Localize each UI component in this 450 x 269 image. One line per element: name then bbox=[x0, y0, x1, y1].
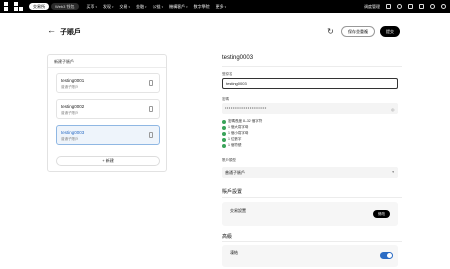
freeze-toggle[interactable] bbox=[380, 252, 393, 259]
save-and-repeat-button[interactable]: 保存並重複 bbox=[341, 26, 375, 37]
nav-discover[interactable]: 发现▾ bbox=[103, 4, 114, 10]
settings-section-title: 賬戶設置 bbox=[222, 189, 243, 195]
form-heading: testing0003 bbox=[222, 55, 254, 61]
subaccount-name: testing0002 bbox=[61, 104, 85, 109]
subaccount-card[interactable]: testing0001 普通子賬戶 bbox=[56, 73, 160, 93]
nav-chain-label: 公链 bbox=[152, 3, 161, 9]
nav-finance-label: 金融 bbox=[136, 3, 145, 9]
check-icon bbox=[222, 137, 226, 142]
subaccount-type: 普通子賬戶 bbox=[61, 137, 79, 141]
nav-buy[interactable]: 买币▾ bbox=[87, 4, 98, 10]
account-menu[interactable]: 调度管理 bbox=[364, 4, 380, 10]
check-icon bbox=[222, 143, 226, 148]
chevron-down-icon: ▾ bbox=[186, 4, 188, 9]
nav-finance[interactable]: 金融▾ bbox=[136, 4, 147, 10]
nav-more[interactable]: 更多▾ bbox=[216, 4, 227, 10]
rule-text: 密碼長度 8–32 個字符 bbox=[228, 119, 263, 123]
subaccount-type: 普通子賬戶 bbox=[61, 85, 79, 89]
language-globe-icon[interactable] bbox=[441, 4, 446, 9]
subaccount-name: testing0003 bbox=[61, 130, 85, 135]
chevron-down-icon: ▾ bbox=[224, 4, 227, 9]
subaccount-card-selected[interactable]: testing0003 普通子賬戶 bbox=[56, 125, 160, 145]
check-icon bbox=[222, 119, 226, 124]
chevron-down-icon: ▾ bbox=[392, 170, 394, 174]
search-icon[interactable] bbox=[386, 4, 391, 9]
check-icon bbox=[222, 131, 226, 136]
account-type-select[interactable]: 普通子賬戶 ▾ bbox=[222, 167, 398, 178]
top-nav-bar: 交易所 Web3 钱包 买币▾ 发现▾ 交易▾ 金融▾ 公链▾ 機構客戶▾ 数字… bbox=[0, 0, 450, 13]
password-label: 密碼 bbox=[222, 97, 229, 101]
panel-title: 新建子賬戶 bbox=[54, 59, 74, 64]
nav-academy[interactable]: 数字學院 bbox=[194, 4, 210, 10]
toggle-knob bbox=[387, 253, 392, 258]
trading-settings-card: 交易設置 修改 bbox=[222, 202, 398, 226]
account-type-value: 普通子賬戶 bbox=[225, 170, 245, 175]
divider bbox=[222, 241, 402, 242]
advanced-section-title: 高級 bbox=[222, 234, 233, 240]
tab-web3-wallet[interactable]: Web3 钱包 bbox=[51, 3, 79, 10]
freeze-card: 凍結 bbox=[222, 245, 398, 267]
tab-exchange[interactable]: 交易所 bbox=[29, 3, 49, 10]
user-icon[interactable] bbox=[397, 4, 402, 9]
password-input[interactable]: •••••••••••••••••••••• ◎ bbox=[222, 103, 398, 114]
trash-icon[interactable] bbox=[149, 132, 153, 138]
nav-more-label: 更多 bbox=[215, 3, 224, 9]
subaccount-type: 普通子賬戶 bbox=[61, 111, 79, 115]
username-label: 登錄名 bbox=[222, 72, 233, 76]
password-rule: 1 個小寫字母 bbox=[222, 131, 248, 136]
back-arrow-icon[interactable]: ← bbox=[47, 25, 56, 36]
brand-logo[interactable] bbox=[4, 2, 23, 11]
subaccount-card[interactable]: testing0002 普通子賬戶 bbox=[56, 99, 160, 119]
nav-trade[interactable]: 交易▾ bbox=[120, 4, 131, 10]
divider bbox=[222, 197, 402, 198]
password-rule: 1 位數字 bbox=[222, 137, 241, 142]
password-rule: 1 個符號 bbox=[222, 143, 241, 148]
password-rule: 密碼長度 8–32 個字符 bbox=[222, 119, 262, 124]
new-subaccount-button[interactable]: + 新建 bbox=[56, 156, 160, 166]
edit-button[interactable]: 修改 bbox=[373, 210, 390, 218]
freeze-title: 凍結 bbox=[230, 250, 238, 255]
password-value: •••••••••••••••••••••• bbox=[225, 105, 267, 110]
subaccount-name: testing0001 bbox=[61, 78, 85, 83]
nav-institutional-label: 機構客戶 bbox=[169, 3, 186, 9]
divider bbox=[48, 67, 166, 68]
trading-settings-title: 交易設置 bbox=[230, 208, 246, 213]
nav-academy-label: 数字學院 bbox=[193, 3, 210, 9]
chevron-down-icon: ▾ bbox=[145, 4, 147, 9]
rule-text: 1 位數字 bbox=[228, 137, 242, 141]
plus-icon: + bbox=[102, 158, 105, 163]
reset-icon[interactable]: ↻ bbox=[325, 26, 336, 37]
nav-buy-label: 买币 bbox=[86, 3, 95, 9]
username-input[interactable]: testing0003 bbox=[222, 78, 398, 89]
trash-icon[interactable] bbox=[149, 80, 153, 86]
trash-icon[interactable] bbox=[149, 106, 153, 112]
chevron-down-icon: ▾ bbox=[112, 4, 114, 9]
nav-institutional[interactable]: 機構客戶▾ bbox=[169, 4, 188, 10]
download-icon[interactable] bbox=[408, 4, 413, 9]
bell-icon[interactable] bbox=[419, 4, 424, 9]
new-button-label: 新建 bbox=[105, 158, 114, 163]
account-type-label: 賬戶類型 bbox=[222, 158, 236, 162]
chevron-down-icon: ▾ bbox=[128, 4, 131, 9]
nav-chain[interactable]: 公链▾ bbox=[153, 4, 164, 10]
chevron-down-icon: ▾ bbox=[161, 4, 164, 9]
check-icon bbox=[222, 125, 226, 130]
subaccount-list-panel: 新建子賬戶 testing0001 普通子賬戶 testing0002 普通子賬… bbox=[47, 54, 167, 172]
submit-button[interactable]: 提交 bbox=[380, 26, 400, 37]
divider bbox=[222, 66, 402, 67]
page-title: 子賬戶 bbox=[60, 29, 81, 36]
rule-text: 1 個符號 bbox=[228, 143, 242, 147]
rule-text: 1 個大寫字母 bbox=[228, 125, 249, 129]
rule-text: 1 個小寫字母 bbox=[228, 131, 249, 135]
chevron-down-icon: ▾ bbox=[95, 4, 98, 9]
eye-icon[interactable]: ◎ bbox=[391, 105, 395, 114]
help-icon[interactable] bbox=[430, 4, 435, 9]
nav-trade-label: 交易 bbox=[119, 3, 128, 9]
password-rule: 1 個大寫字母 bbox=[222, 125, 248, 130]
nav-discover-label: 发现 bbox=[103, 3, 112, 9]
